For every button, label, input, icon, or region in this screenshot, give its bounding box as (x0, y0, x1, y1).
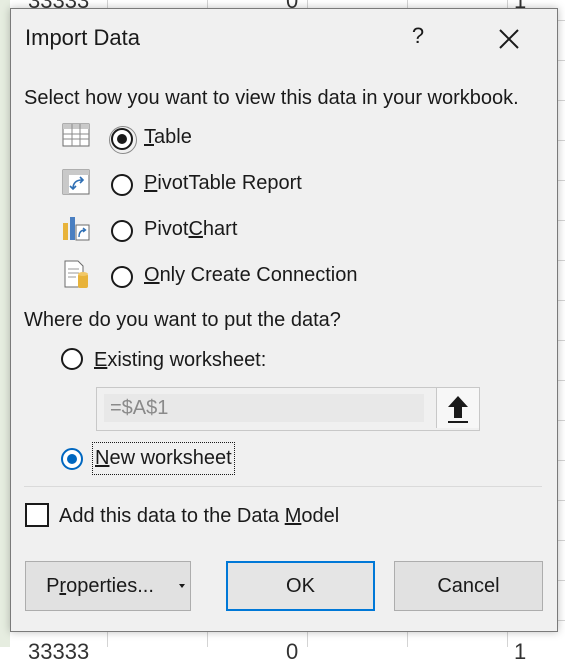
divider (24, 486, 542, 487)
table-label: Table (144, 126, 192, 149)
pivotchart-label: PivotChart (144, 218, 237, 241)
reference-box: =$A$1 (96, 387, 480, 431)
pivotchart-radio[interactable] (111, 220, 133, 242)
background-cell: 0 (286, 639, 299, 664)
pivottable-icon (62, 169, 90, 195)
arrow-up-icon (448, 396, 468, 423)
label-hotkey: N (95, 447, 110, 469)
view-prompt: Select how you want to view this data in… (24, 87, 519, 109)
import-data-dialog: Import Data ? Select how you want to vie… (10, 8, 558, 632)
label-hotkey: M (284, 505, 302, 527)
cancel-button[interactable]: Cancel (394, 561, 543, 611)
label-hotkey: T (144, 126, 154, 148)
properties-label: Properties... (46, 575, 154, 598)
label-text: hart (202, 218, 238, 240)
cell-reference-input[interactable]: =$A$1 (104, 394, 424, 422)
collapse-dialog-button[interactable] (436, 388, 479, 428)
table-radio[interactable] (109, 126, 137, 154)
background-cell: 33333 (28, 639, 90, 664)
data-model-checkbox[interactable] (25, 503, 49, 527)
help-button[interactable]: ? (407, 23, 429, 53)
dialog-title: Import Data (25, 25, 140, 50)
label-text: xisting worksheet: (107, 349, 267, 371)
pivottable-label: PivotTable Report (144, 172, 302, 195)
label-text: ew worksheet (109, 447, 232, 469)
row-header-strip (0, 0, 10, 647)
label-text: nly Create Connection (159, 264, 358, 286)
existing-worksheet-radio[interactable] (61, 348, 83, 370)
label-hotkey: C (188, 218, 203, 240)
label-text: P (46, 574, 60, 597)
background-cell: 1 (514, 639, 527, 664)
connection-radio[interactable] (111, 266, 133, 288)
connection-label: Only Create Connection (144, 264, 357, 287)
label-text: odel (301, 505, 340, 527)
label-text: Add this data to the Data (59, 505, 285, 527)
background-row-top: 33333 0 1 (28, 0, 565, 13)
label-hotkey: O (144, 264, 160, 286)
dropdown-arrow-icon[interactable] (179, 584, 185, 588)
new-worksheet-label[interactable]: New worksheet (92, 442, 235, 475)
label-text: able (154, 126, 192, 148)
pivottable-radio[interactable] (111, 174, 133, 196)
connection-icon (64, 260, 88, 288)
label-text: operties... (66, 574, 154, 597)
close-icon (499, 29, 519, 49)
close-button[interactable] (489, 19, 529, 59)
option-pivottable[interactable]: PivotTable Report (60, 167, 460, 201)
label-text: ivotTable Report (157, 172, 302, 194)
pivotchart-icon (63, 217, 90, 241)
label-hotkey: P (144, 172, 158, 194)
location-prompt: Where do you want to put the data? (24, 309, 341, 331)
new-worksheet-radio[interactable] (61, 448, 83, 470)
existing-worksheet-label[interactable]: Existing worksheet: (94, 349, 266, 372)
background-row-bottom: 33333 0 1 (28, 639, 565, 664)
table-icon (62, 123, 90, 147)
ok-button[interactable]: OK (226, 561, 375, 611)
properties-button[interactable]: Properties... (25, 561, 191, 611)
data-model-label[interactable]: Add this data to the Data Model (59, 505, 339, 528)
label-hotkey: E (94, 349, 108, 371)
label-text: Pivot (144, 218, 189, 240)
option-table[interactable]: Table (60, 121, 460, 155)
option-connection[interactable]: Only Create Connection (60, 259, 460, 293)
option-pivotchart[interactable]: PivotChart (60, 213, 460, 247)
